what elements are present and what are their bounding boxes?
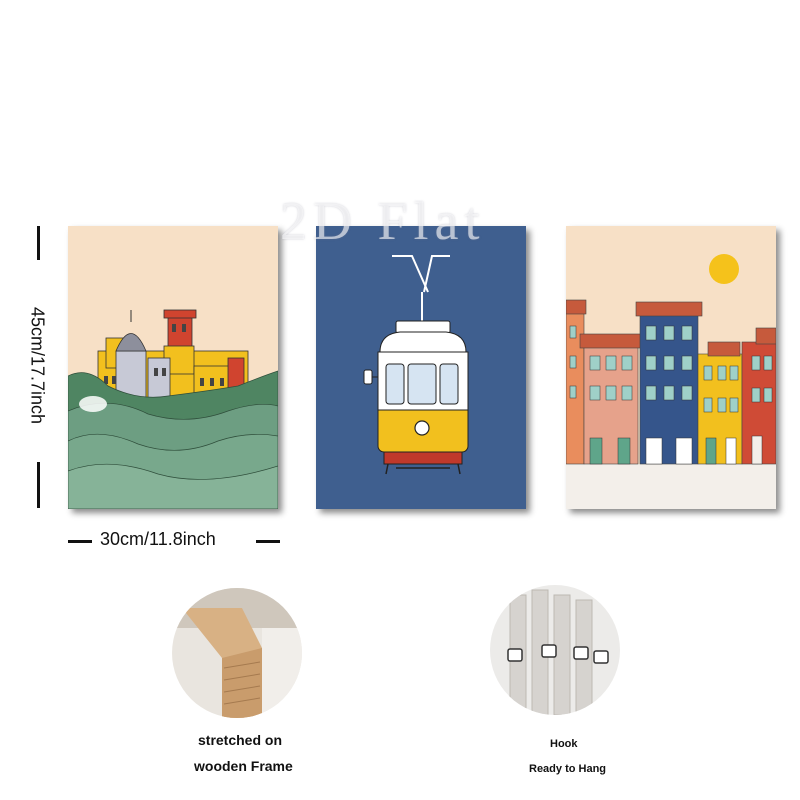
hook-photo — [490, 585, 620, 715]
canvas-panel-tram — [316, 226, 526, 509]
height-marker-bottom — [37, 462, 40, 508]
houses-illustration — [566, 226, 776, 509]
frame-caption-line2: wooden Frame — [194, 758, 293, 774]
sun-shape — [709, 254, 739, 284]
canvas-panel-houses — [566, 226, 776, 509]
height-dimension-label: 45cm/17.7inch — [27, 306, 48, 425]
frame-caption-line1: stretched on — [198, 732, 283, 748]
height-marker-top — [37, 226, 40, 260]
hook-caption-line1: Hook — [550, 738, 578, 750]
tram-illustration — [316, 226, 526, 509]
castle-illustration — [68, 226, 278, 509]
wooden-frame-photo — [172, 588, 302, 718]
width-marker-right — [256, 540, 280, 543]
canvas-panel-castle — [68, 226, 278, 509]
width-dimension-label: 30cm/11.8inch — [100, 529, 216, 549]
width-marker-left — [68, 540, 92, 543]
hook-caption-line2: Ready to Hang — [529, 763, 607, 775]
